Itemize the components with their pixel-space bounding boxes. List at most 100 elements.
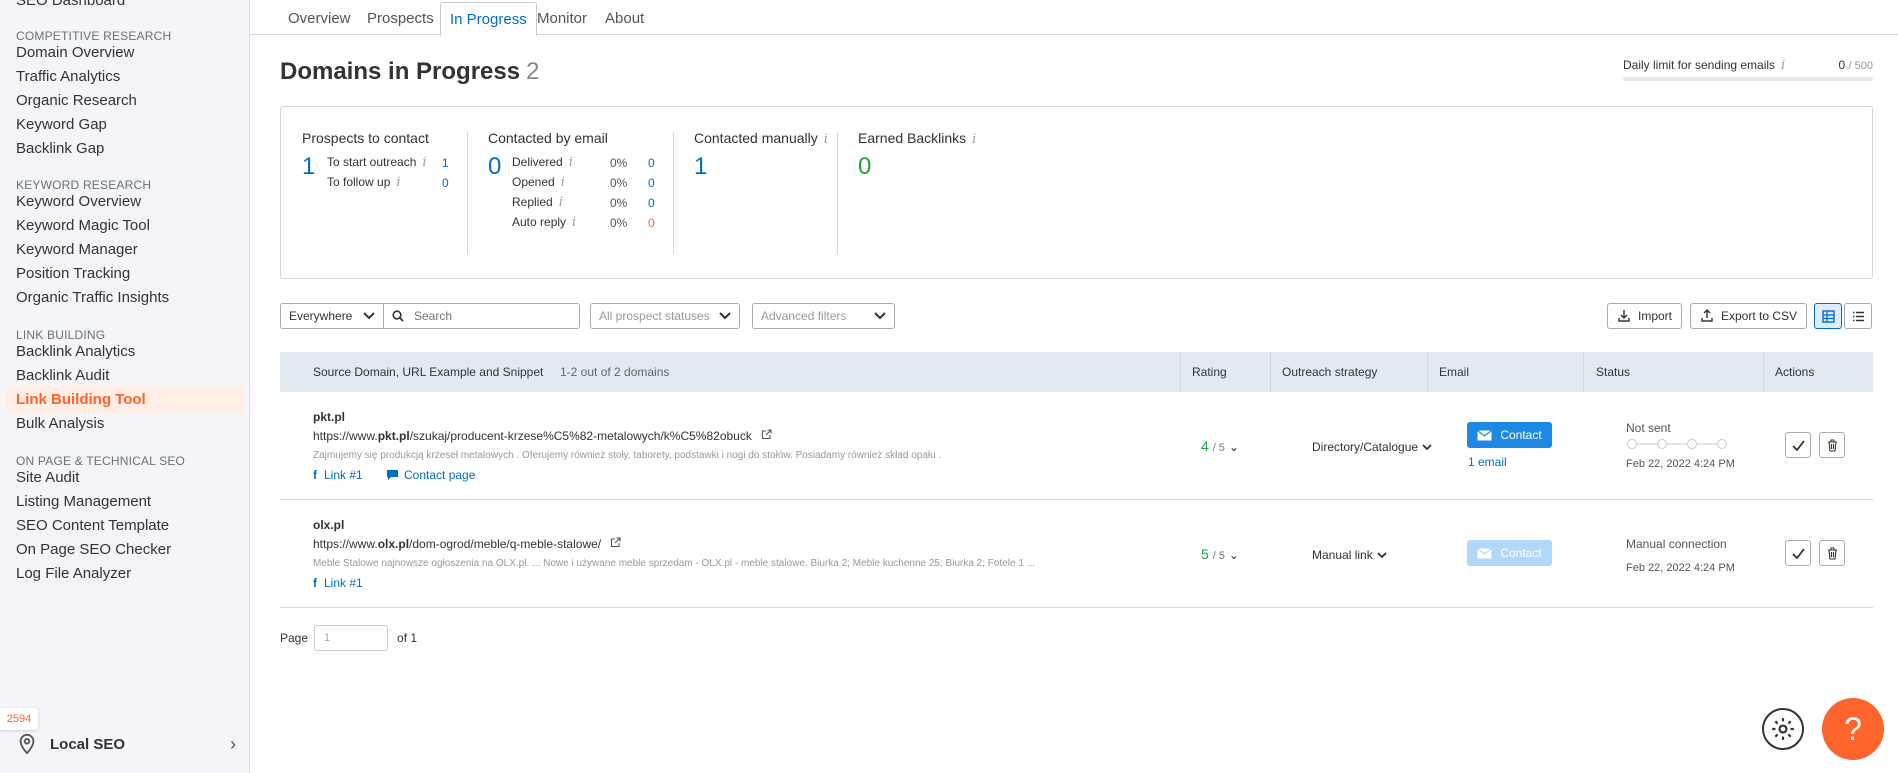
tab-about[interactable]: About <box>596 2 653 35</box>
location-pin-icon <box>19 733 35 755</box>
sidebar-item-keyword-gap[interactable]: Keyword Gap <box>6 111 244 138</box>
stat-delivered-value[interactable]: 0 <box>648 156 655 170</box>
stat-delivered-pct: 0% <box>610 156 628 170</box>
stat-label: Delivered <box>512 155 563 169</box>
table-view-button[interactable] <box>1814 303 1842 329</box>
info-icon[interactable]: i <box>561 175 565 190</box>
info-icon[interactable]: i <box>569 155 573 170</box>
info-icon[interactable]: i <box>572 215 576 230</box>
row-link-facebook[interactable]: f Link #1 <box>313 576 363 590</box>
delete-button[interactable] <box>1819 432 1845 458</box>
sidebar-item-seo-dashboard[interactable]: SEO Dashboard <box>16 0 125 9</box>
header-status: Status <box>1596 365 1631 379</box>
table-row: olx.pl https://www.olx.pl/dom-ogrod/mebl… <box>280 500 1873 608</box>
trash-icon <box>1827 546 1837 560</box>
sidebar-item-bulk-analysis[interactable]: Bulk Analysis <box>6 410 244 437</box>
sidebar-item-backlink-audit[interactable]: Backlink Audit <box>6 362 244 389</box>
stat-earned-total[interactable]: 0 <box>858 153 871 181</box>
url-prefix: https://www. <box>313 537 378 551</box>
stat-row-label: Delivered i <box>512 155 573 170</box>
stat-replied-value[interactable]: 0 <box>648 196 655 210</box>
sidebar-item-organic-research[interactable]: Organic Research <box>6 87 244 114</box>
row-outreach-strategy[interactable]: Manual link <box>1312 548 1387 562</box>
stat-auto-reply-pct: 0% <box>610 216 628 230</box>
mark-done-button[interactable] <box>1785 540 1811 566</box>
stat-auto-reply-value[interactable]: 0 <box>648 216 655 230</box>
sidebar-item-organic-traffic-insights[interactable]: Organic Traffic Insights <box>6 284 244 311</box>
daily-email-limit: Daily limit for sending emails i 0 / 500 <box>1623 58 1873 81</box>
pager-of: of <box>397 631 408 645</box>
stat-to-start-outreach-value[interactable]: 1 <box>442 156 449 170</box>
chevron-down-icon <box>874 312 886 320</box>
info-icon[interactable]: i <box>1781 58 1785 73</box>
sidebar-item-on-page-seo-checker[interactable]: On Page SEO Checker <box>6 536 244 563</box>
row-domain[interactable]: pkt.pl <box>313 410 345 424</box>
sidebar-item-link-building-tool[interactable]: Link Building Tool <box>6 386 244 413</box>
sidebar-item-local-seo[interactable]: Local SEO › <box>16 730 236 758</box>
prospect-status-placeholder: All prospect statuses <box>599 309 710 323</box>
help-button[interactable]: ? <box>1822 698 1884 760</box>
stat-to-follow-up-value[interactable]: 0 <box>442 176 449 190</box>
external-link-icon[interactable] <box>610 537 622 548</box>
sidebar-item-keyword-manager[interactable]: Keyword Manager <box>6 236 244 263</box>
sidebar-item-keyword-overview[interactable]: Keyword Overview <box>6 188 244 215</box>
list-view-button[interactable] <box>1844 303 1872 329</box>
strategy-value: Directory/Catalogue <box>1312 440 1419 454</box>
link-label: Link #1 <box>324 468 363 482</box>
sidebar-item-listing-management[interactable]: Listing Management <box>6 488 244 515</box>
stats-panel: Prospects to contact 1 To start outreach… <box>280 106 1873 279</box>
stat-email-total[interactable]: 0 <box>488 153 501 181</box>
tab-prospects[interactable]: Prospects <box>358 2 443 35</box>
info-icon[interactable]: i <box>824 132 828 147</box>
trash-icon <box>1827 438 1837 452</box>
import-button[interactable]: Import <box>1607 303 1683 329</box>
delete-button[interactable] <box>1819 540 1845 566</box>
sidebar-item-domain-overview[interactable]: Domain Overview <box>6 39 244 66</box>
scope-select[interactable]: Everywhere <box>280 303 384 329</box>
row-contact-page-link[interactable]: Contact page <box>386 468 475 482</box>
daily-limit-progress-bar <box>1623 77 1873 81</box>
sidebar-item-site-audit[interactable]: Site Audit <box>6 464 244 491</box>
mark-done-button[interactable] <box>1785 432 1811 458</box>
notification-badge[interactable]: 2594 <box>0 708 38 730</box>
contact-button-disabled: Contact <box>1467 540 1552 566</box>
row-rating[interactable]: 5 / 5 ⌄ <box>1201 546 1239 562</box>
row-outreach-strategy[interactable]: Directory/Catalogue <box>1312 440 1432 454</box>
row-domain[interactable]: olx.pl <box>313 518 344 532</box>
row-url[interactable]: https://www.olx.pl/dom-ogrod/meble/q-meb… <box>313 537 622 551</box>
row-email-count[interactable]: 1 email <box>1468 455 1507 469</box>
external-link-icon[interactable] <box>761 429 772 440</box>
info-icon[interactable]: i <box>559 195 563 210</box>
sidebar-item-position-tracking[interactable]: Position Tracking <box>6 260 244 287</box>
tab-in-progress[interactable]: In Progress <box>440 2 537 36</box>
settings-button[interactable] <box>1762 708 1804 750</box>
info-icon[interactable]: i <box>396 175 400 190</box>
row-url[interactable]: https://www.pkt.pl/szukaj/producent-krze… <box>313 429 772 443</box>
export-csv-button[interactable]: Export to CSV <box>1690 303 1808 329</box>
tab-monitor[interactable]: Monitor <box>528 2 596 35</box>
checkmark-icon <box>1791 547 1805 559</box>
header-rating[interactable]: Rating <box>1192 352 1227 392</box>
stat-manual-total[interactable]: 1 <box>694 153 707 181</box>
info-icon[interactable]: i <box>422 155 426 170</box>
sidebar-item-backlink-analytics[interactable]: Backlink Analytics <box>6 338 244 365</box>
stat-opened-value[interactable]: 0 <box>648 176 655 190</box>
sidebar-item-seo-content-template[interactable]: SEO Content Template <box>6 512 244 539</box>
divider <box>673 132 674 254</box>
row-rating[interactable]: 4 / 5 ⌄ <box>1201 438 1239 454</box>
advanced-filters-select[interactable]: Advanced filters <box>752 303 895 329</box>
info-icon[interactable]: i <box>972 132 976 147</box>
tab-overview[interactable]: Overview <box>279 2 360 35</box>
sidebar-item-traffic-analytics[interactable]: Traffic Analytics <box>6 63 244 90</box>
sidebar-item-backlink-gap[interactable]: Backlink Gap <box>6 135 244 162</box>
sidebar-item-log-file-analyzer[interactable]: Log File Analyzer <box>6 560 244 587</box>
contact-button[interactable]: Contact <box>1467 422 1552 448</box>
row-link-facebook[interactable]: f Link #1 <box>313 468 363 482</box>
prospect-status-select[interactable]: All prospect statuses <box>590 303 740 329</box>
search-input[interactable] <box>414 309 564 323</box>
stat-label: Contacted manually <box>694 130 818 146</box>
stat-prospects-total[interactable]: 1 <box>302 153 315 181</box>
sidebar-item-keyword-magic-tool[interactable]: Keyword Magic Tool <box>6 212 244 239</box>
divider <box>837 132 838 254</box>
page-input[interactable]: 1 <box>314 625 389 651</box>
